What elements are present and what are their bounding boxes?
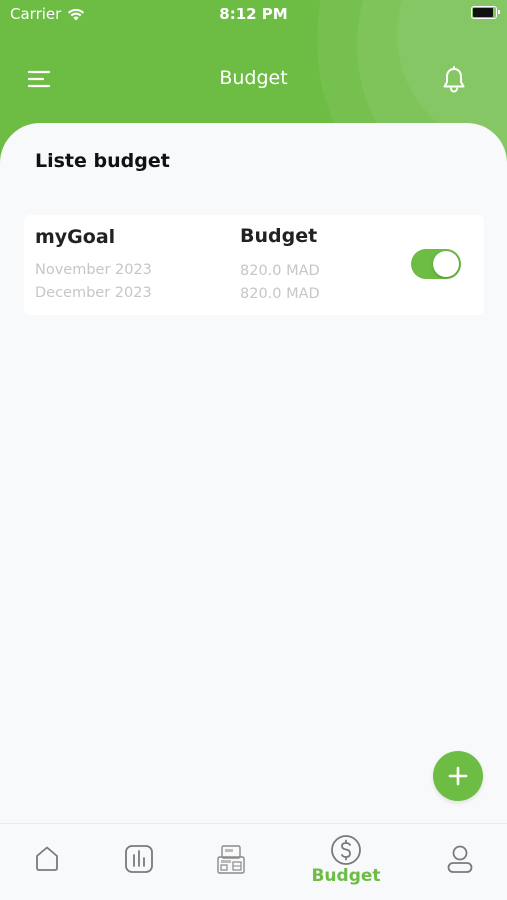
nav-home[interactable] [27, 824, 67, 900]
profile-icon [447, 845, 473, 873]
section-title: Liste budget [35, 150, 170, 172]
content-panel: Liste budget myGoal November 2023 Decemb… [0, 123, 507, 900]
status-bar: Carrier 8:12 PM [0, 0, 507, 30]
dollar-icon [331, 835, 361, 865]
budget-label: Budget [240, 225, 318, 247]
home-icon [36, 846, 58, 871]
budget-start-date: November 2023 [35, 262, 152, 278]
budget-amount-secondary: 820.0 MAD [240, 286, 320, 302]
bottom-nav: Budget [0, 823, 507, 900]
battery-icon [471, 6, 500, 19]
nav-profile[interactable] [440, 824, 480, 900]
nav-budget[interactable]: Budget [306, 824, 386, 900]
budget-end-date: December 2023 [35, 285, 152, 301]
app-screen: Carrier 8:12 PM Budget Liste budget myGo… [0, 0, 507, 900]
plus-icon [448, 766, 468, 786]
page-title: Budget [219, 67, 288, 89]
bell-icon [443, 66, 465, 93]
nav-stats[interactable] [119, 824, 159, 900]
header: Budget [0, 52, 507, 108]
status-time: 8:12 PM [219, 5, 288, 23]
toggle-knob [433, 251, 459, 277]
budget-card[interactable]: myGoal November 2023 December 2023 Budge… [24, 215, 484, 315]
add-budget-button[interactable] [433, 751, 483, 801]
nav-transactions[interactable] [211, 824, 251, 900]
notification-button[interactable] [441, 66, 467, 94]
nav-budget-label: Budget [311, 866, 381, 886]
budget-name: myGoal [35, 226, 116, 248]
budget-toggle[interactable] [411, 249, 461, 279]
transactions-icon [217, 845, 245, 874]
budget-amount: 820.0 MAD [240, 263, 320, 279]
stats-icon [125, 845, 153, 873]
